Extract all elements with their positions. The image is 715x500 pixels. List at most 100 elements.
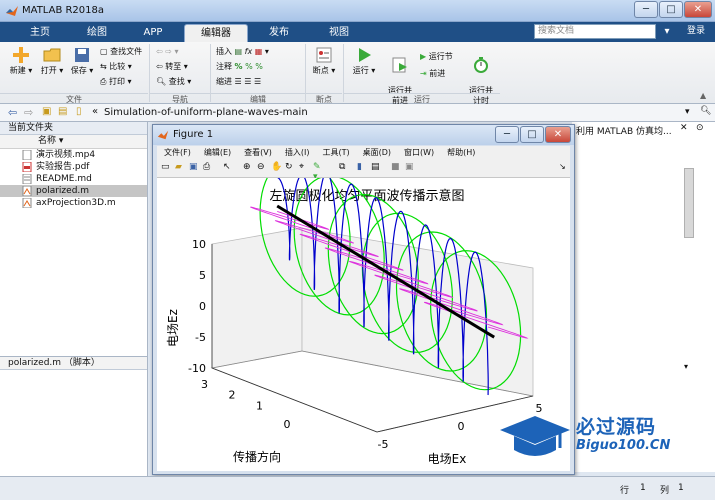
tab-view[interactable]: 视图 <box>310 24 368 42</box>
login-button[interactable]: 登录 <box>682 24 710 39</box>
video-file-icon <box>22 150 32 160</box>
breakpoint-icon <box>316 47 332 63</box>
menu-view[interactable]: 查看(V) <box>244 148 272 157</box>
figure-close-button[interactable]: ✕ <box>545 126 571 143</box>
current-folder-panel: 当前文件夹 名称 ▾ 演示视频.mp4 实验报告.pdf README.md p… <box>0 122 148 370</box>
tab-publish[interactable]: 发布 <box>250 24 308 42</box>
close-button[interactable]: ✕ <box>684 1 712 18</box>
row-value: 1 <box>640 483 646 493</box>
figure-toolbar: ▭ ▰ ▣ ⎙ ↖ ⊕ ⊖ ✋ ↻ ⌖ ✎ ▾ ⧉ ▮ ▤ ■ ▣ ↘ <box>157 160 571 182</box>
file-item[interactable]: 演示视频.mp4 <box>0 149 147 161</box>
menu-insert[interactable]: 插入(I) <box>285 148 310 157</box>
search-icon[interactable]: ▾ <box>658 24 676 39</box>
insert-button[interactable]: 插入 ▤ fx ▦ ▾ <box>216 46 269 58</box>
goto-label: 转至 <box>165 62 182 71</box>
figure-minimize-button[interactable]: ─ <box>495 126 519 143</box>
path-dropdown-icon[interactable]: ▾ <box>685 107 690 117</box>
print-label: 打印 <box>108 77 125 86</box>
file-item-selected[interactable]: polarized.m <box>0 185 147 197</box>
back-wall-left <box>211 227 303 369</box>
minimize-button[interactable]: ─ <box>634 1 658 18</box>
show-tools-icon[interactable]: ▣ <box>405 162 417 174</box>
z-tick-label: 0 <box>199 300 206 313</box>
find-button[interactable]: 🔍︎ 查找 ▾ <box>156 76 191 88</box>
window-title: MATLAB R2018a <box>22 5 105 16</box>
name-column-label: 名称 <box>38 136 57 146</box>
scroll-down-icon[interactable]: ▾ <box>684 362 688 371</box>
menu-tools[interactable]: 工具(T) <box>322 148 349 157</box>
open-button[interactable]: 打开 ▾ <box>38 46 66 76</box>
file-name: 演示视频.mp4 <box>36 150 96 160</box>
current-path[interactable]: Simulation-of-uniform-plane-waves-main <box>104 107 308 118</box>
tab-plots[interactable]: 绘图 <box>72 24 122 42</box>
forward-icon[interactable]: ⇨ <box>24 106 33 119</box>
compare-button[interactable]: ⇆ 比较 ▾ <box>100 61 132 73</box>
print-button[interactable]: ⎙ 打印 ▾ <box>100 76 132 88</box>
tab-home[interactable]: 主页 <box>10 24 70 42</box>
nav-arrows[interactable]: ⇦ ⇨ ▾ <box>156 46 179 58</box>
editor-tab-title[interactable]: 利用 MATLAB 仿真均... <box>576 124 672 137</box>
menu-file[interactable]: 文件(F) <box>164 148 191 157</box>
maximize-button[interactable]: □ <box>659 1 683 18</box>
tab-apps[interactable]: APP <box>124 24 182 42</box>
save-button[interactable]: 保存 ▾ <box>68 46 96 76</box>
indent-label: 缩进 <box>216 77 232 86</box>
zoom-out-icon[interactable]: ⊖ <box>257 162 269 174</box>
breakpoint-button[interactable]: 断点 ▾ <box>310 46 338 76</box>
folder-icon: ▯ <box>76 106 82 117</box>
title-bar: MATLAB R2018a ─ □ ✕ <box>0 0 715 22</box>
new-button[interactable]: 新建 ▾ <box>6 46 36 76</box>
comment-button[interactable]: 注释 % % % <box>216 61 263 73</box>
search-path-icon[interactable]: 🔍︎ <box>700 106 711 116</box>
colorbar-icon[interactable]: ▮ <box>357 162 369 174</box>
x-axis-label: 电场Ex <box>428 452 467 466</box>
pan-icon[interactable]: ✋ <box>271 162 283 174</box>
menu-help[interactable]: 帮助(H) <box>447 148 475 157</box>
tab-editor[interactable]: 编辑器 <box>184 24 248 42</box>
pointer-icon[interactable]: ↖ <box>223 162 235 174</box>
close-tab-icon[interactable]: ✕ <box>680 123 688 133</box>
panel-menu-icon[interactable]: ⊙ <box>696 123 704 133</box>
open-icon[interactable]: ▰ <box>175 162 187 174</box>
save-icon[interactable]: ▣ <box>189 162 201 174</box>
figure-maximize-button[interactable]: □ <box>520 126 544 143</box>
indent-button[interactable]: 缩进 ☰ ☰ ☰ <box>216 76 261 88</box>
goto-button[interactable]: ⇦ 转至 ▾ <box>156 61 188 73</box>
file-item[interactable]: 实验报告.pdf <box>0 161 147 173</box>
browse-folder-icon[interactable]: ▤ <box>58 106 67 117</box>
run-button[interactable]: 运行 ▾ <box>350 46 378 76</box>
search-input[interactable]: 搜索文档 <box>534 24 656 39</box>
run-advance-icon <box>392 57 407 73</box>
find-label: 查找 <box>168 77 185 86</box>
back-icon[interactable]: ⇦ <box>8 106 17 119</box>
group-label-navigate: 导航 <box>150 93 210 104</box>
rotate-icon[interactable]: ↻ <box>285 162 297 174</box>
toolbar-arrow-icon[interactable]: ↘ <box>559 162 571 174</box>
print-icon[interactable]: ⎙ <box>203 162 215 174</box>
file-item[interactable]: axProjection3D.m <box>0 197 147 209</box>
advance-button[interactable]: ⇥ 前进 <box>420 68 445 80</box>
group-label-run: 运行 <box>344 93 500 104</box>
status-bar: 行 1 列 1 <box>0 476 715 500</box>
scrollbar-thumb[interactable] <box>684 168 694 238</box>
up-folder-icon[interactable]: ▣ <box>42 106 51 117</box>
brush-icon[interactable]: ✎ ▾ <box>313 162 325 182</box>
figure-title: Figure 1 <box>173 129 214 140</box>
hide-tools-icon[interactable]: ■ <box>391 162 403 174</box>
find-files-button[interactable]: ▢ 查找文件 <box>100 46 142 58</box>
new-figure-icon[interactable]: ▭ <box>161 162 173 174</box>
run-section-button[interactable]: ▶ 运行节 <box>420 51 453 63</box>
legend-icon[interactable]: ▤ <box>371 162 383 174</box>
zoom-in-icon[interactable]: ⊕ <box>243 162 255 174</box>
advance-label: 前进 <box>429 69 446 78</box>
collapse-ribbon-icon[interactable]: ▲ <box>700 91 706 100</box>
data-cursor-icon[interactable]: ⌖ <box>299 162 311 174</box>
menu-desktop[interactable]: 桌面(D) <box>363 148 391 157</box>
file-item[interactable]: README.md <box>0 173 147 185</box>
menu-edit[interactable]: 编辑(E) <box>204 148 231 157</box>
menu-window[interactable]: 窗口(W) <box>404 148 434 157</box>
current-folder-title: 当前文件夹 <box>0 122 147 135</box>
link-icon[interactable]: ⧉ <box>339 162 351 174</box>
z-tick-label: -5 <box>195 331 206 344</box>
name-column-header[interactable]: 名称 ▾ <box>0 135 147 149</box>
